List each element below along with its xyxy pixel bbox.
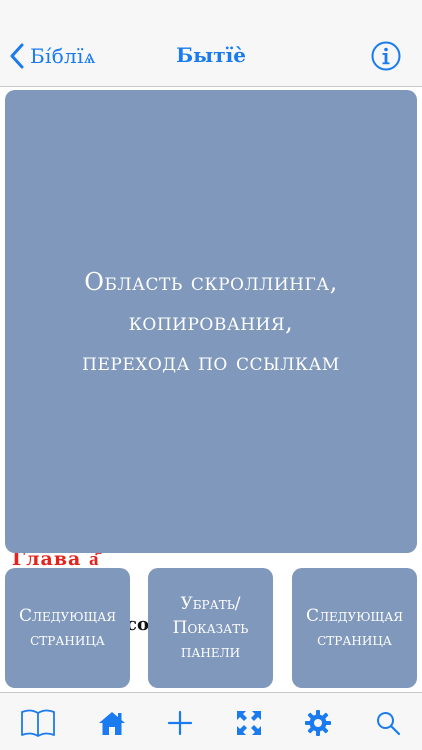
search-icon [375, 710, 401, 736]
book-icon [20, 708, 56, 738]
button-label: Следующая страница [19, 604, 116, 652]
scroll-area-label: Область скроллинга, копирования, переход… [82, 262, 340, 382]
button-label-line: страница [30, 630, 105, 650]
next-page-button-right[interactable]: Следующая страница [292, 568, 417, 688]
tab-home[interactable] [94, 705, 130, 741]
button-label-line: Показать [172, 618, 249, 638]
back-button[interactable]: Бі́блїѧ [10, 40, 96, 72]
screen: Бі́блїѧ Бытїѐ Глава а҃ со не́ Область ск… [0, 0, 422, 750]
scroll-area-line: перехода по ссылкам [82, 347, 340, 376]
tab-search[interactable] [370, 705, 406, 741]
button-label-line: Следующая [18, 606, 116, 626]
next-page-button-left[interactable]: Следующая страница [5, 568, 130, 688]
expand-icon [235, 709, 263, 737]
scroll-area-line: копирования, [128, 307, 294, 336]
button-label-line: Следующая [305, 606, 403, 626]
back-button-label: Бі́блїѧ [30, 43, 96, 68]
button-label: Убрать/ Показать панели [173, 592, 249, 664]
button-label: Следующая страница [306, 604, 403, 652]
button-label-line: страница [317, 630, 392, 650]
navigation-bar: Бі́блїѧ Бытїѐ [0, 0, 422, 87]
plus-icon [167, 710, 193, 736]
toggle-panels-button[interactable]: Убрать/ Показать панели [148, 568, 273, 688]
info-icon [370, 41, 402, 76]
tab-bookmarks[interactable] [20, 705, 56, 741]
tab-fullscreen[interactable] [231, 705, 267, 741]
button-label-line: Убрать/ [180, 594, 241, 614]
tab-add[interactable] [162, 705, 198, 741]
button-label-line: панели [180, 642, 241, 662]
home-icon [97, 709, 127, 737]
scroll-area-overlay[interactable]: Область скроллинга, копирования, переход… [5, 90, 417, 553]
gear-icon [304, 709, 332, 737]
tab-settings[interactable] [300, 705, 336, 741]
scroll-area-line: Область скроллинга, [84, 267, 338, 296]
tab-bar [0, 692, 422, 750]
info-button[interactable] [370, 40, 402, 72]
chevron-left-icon [10, 43, 24, 69]
